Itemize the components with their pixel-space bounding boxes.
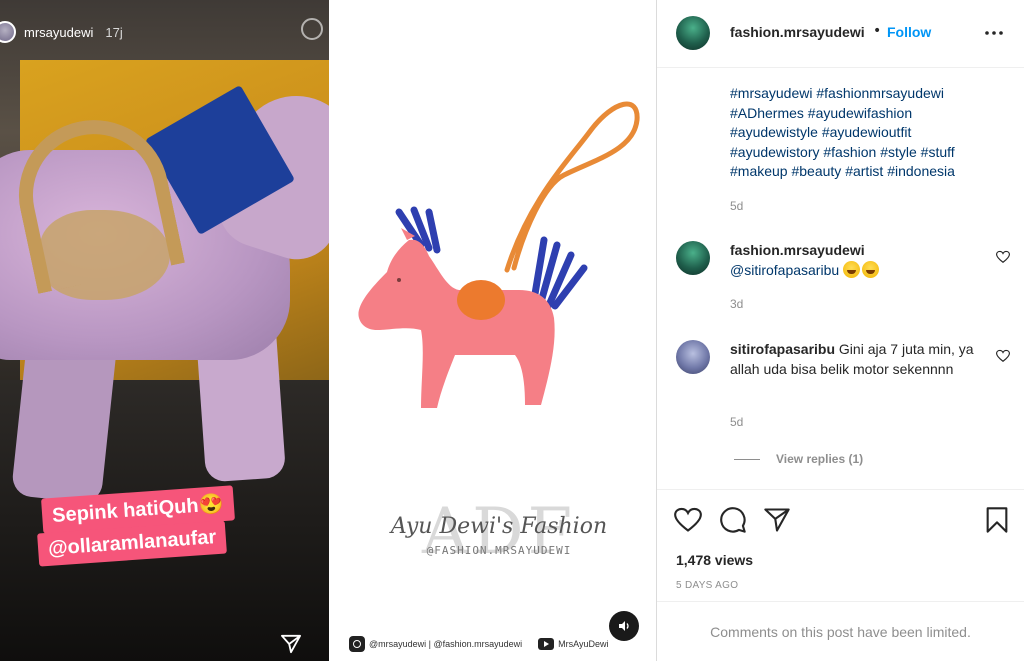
bookmark-icon[interactable] <box>983 506 1011 534</box>
comment-time[interactable]: 3d <box>730 297 743 311</box>
avatar[interactable] <box>676 16 710 50</box>
comment-time[interactable]: 5d <box>730 415 743 429</box>
instagram-icon <box>349 636 365 652</box>
sound-toggle-button[interactable] <box>609 611 639 641</box>
story-time: 17j <box>105 24 123 40</box>
story-header: mrsayudewi 17j <box>0 20 123 44</box>
view-replies-label: View replies (1) <box>776 452 864 466</box>
avatar[interactable] <box>676 241 710 275</box>
comment-icon[interactable] <box>719 506 747 534</box>
product-image: ADF Ayu Dewi's Fashion @FASHION.MRSAYUDE… <box>329 0 656 661</box>
comment: fashion.mrsayudewi @sitirofapasaribu <box>730 241 980 280</box>
comments-list[interactable]: #mrsayudewi #fashionmrsayudewi #ADhermes… <box>657 68 1024 490</box>
comment-username[interactable]: fashion.mrsayudewi <box>730 241 980 261</box>
youtube-icon <box>538 638 555 650</box>
story-screenshot: mrsayudewi 17j Sepink hatiQuh😍 @ollaraml… <box>0 0 329 661</box>
view-replies-button[interactable]: View replies (1) <box>734 452 863 466</box>
like-comment-heart-icon[interactable] <box>996 349 1010 363</box>
post-username[interactable]: fashion.mrsayudewi <box>730 24 865 40</box>
view-count[interactable]: 1,478 views <box>676 552 753 568</box>
laughing-emoji-icon <box>843 260 861 278</box>
comments-limited-notice: Comments on this post have been limited. <box>657 601 1024 661</box>
heart-icon[interactable] <box>674 506 702 534</box>
post-caption-hashtags[interactable]: #mrsayudewi #fashionmrsayudewi #ADhermes… <box>730 84 1000 182</box>
brand-watermark: ADF Ayu Dewi's Fashion @FASHION.MRSAYUDE… <box>389 500 609 564</box>
caption-time[interactable]: 5d <box>730 199 743 213</box>
share-icon[interactable] <box>763 506 791 534</box>
post-header: fashion.mrsayudewi • Follow <box>657 0 1024 68</box>
comment: sitirofapasaribu Gini aja 7 juta min, ya… <box>730 340 980 379</box>
sound-icon <box>619 621 629 631</box>
comment-mention[interactable]: @sitirofapasaribu <box>730 262 839 278</box>
post-panel: fashion.mrsayudewi • Follow #mrsayudewi … <box>657 0 1024 661</box>
brand-handle: @FASHION.MRSAYUDEWI <box>426 544 572 557</box>
post-media[interactable]: mrsayudewi 17j Sepink hatiQuh😍 @ollaraml… <box>0 0 657 661</box>
story-username: mrsayudewi <box>24 24 94 40</box>
comment-username[interactable]: sitirofapasaribu <box>730 341 835 357</box>
post-date[interactable]: 5 DAYS AGO <box>676 580 738 591</box>
send-icon <box>280 634 301 654</box>
laughing-emoji-icon <box>862 260 880 278</box>
brand-name: Ayu Dewi's Fashion <box>390 514 608 539</box>
more-options-button[interactable] <box>983 22 1005 44</box>
more-icon <box>985 31 1003 35</box>
footer-youtube-handle: MrsAyuDewi <box>558 639 609 649</box>
footer-instagram-handles: @mrsayudewi | @fashion.mrsayudewi <box>369 639 523 649</box>
story-more-icon <box>301 18 323 40</box>
image-footer: @mrsayudewi | @fashion.mrsayudewi MrsAyu… <box>349 636 609 652</box>
follow-button[interactable]: Follow <box>887 24 931 40</box>
separator-dot: • <box>873 23 882 39</box>
horse-charm-illustration <box>358 101 640 408</box>
divider <box>734 458 760 460</box>
avatar <box>0 21 16 43</box>
avatar[interactable] <box>676 340 710 374</box>
like-comment-heart-icon[interactable] <box>996 250 1010 264</box>
action-bar <box>657 490 1024 550</box>
